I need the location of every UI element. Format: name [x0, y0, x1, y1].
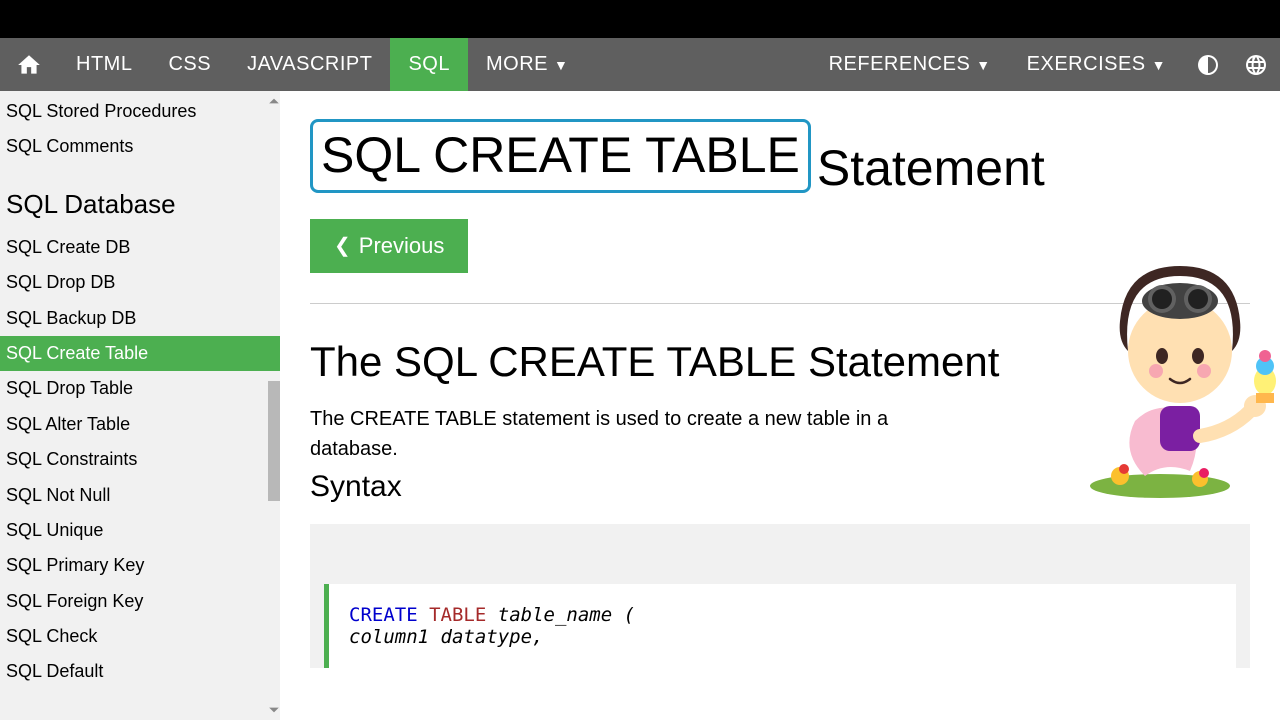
- code-text: table_name (: [498, 604, 635, 626]
- sidebar-item-comments[interactable]: SQL Comments: [0, 129, 280, 164]
- sidebar-item-drop-table[interactable]: SQL Drop Table: [0, 371, 280, 406]
- title-highlight-box: SQL CREATE TABLE: [310, 119, 811, 193]
- scroll-up-icon[interactable]: [268, 95, 280, 107]
- sidebar-item-alter-table[interactable]: SQL Alter Table: [0, 407, 280, 442]
- sidebar-item-check[interactable]: SQL Check: [0, 619, 280, 654]
- sidebar: SQL Stored Procedures SQL Comments SQL D…: [0, 91, 280, 720]
- mascot-illustration: [1050, 221, 1280, 501]
- home-button[interactable]: [0, 38, 58, 91]
- main-content: SQL CREATE TABLE Statement ❮ Previous The …: [280, 91, 1280, 720]
- sidebar-item-drop-db[interactable]: SQL Drop DB: [0, 265, 280, 300]
- window-letterbox: [0, 0, 1280, 38]
- home-icon: [16, 52, 42, 78]
- code-keyword-table: TABLE: [429, 604, 486, 626]
- previous-button[interactable]: ❮ Previous: [310, 219, 468, 273]
- caret-down-icon: ▼: [976, 57, 990, 73]
- sidebar-heading: SQL Database: [0, 165, 280, 230]
- sidebar-item-stored-procedures[interactable]: SQL Stored Procedures: [0, 94, 280, 129]
- chevron-left-icon: ❮: [334, 233, 351, 258]
- sidebar-item-create-db[interactable]: SQL Create DB: [0, 230, 280, 265]
- nav-references-label: REFERENCES: [829, 53, 971, 76]
- nav-css[interactable]: CSS: [150, 38, 229, 91]
- sidebar-item-not-null[interactable]: SQL Not Null: [0, 478, 280, 513]
- nav-exercises[interactable]: EXERCISES ▼: [1009, 38, 1184, 91]
- scroll-down-icon[interactable]: [268, 704, 280, 716]
- nav-sql[interactable]: SQL: [390, 38, 468, 91]
- sidebar-item-foreign-key[interactable]: SQL Foreign Key: [0, 584, 280, 619]
- page-title-rest: Statement: [817, 140, 1045, 196]
- code-block: CREATE TABLE table_name ( column1 dataty…: [324, 584, 1236, 668]
- previous-label: Previous: [359, 233, 445, 259]
- code-example-wrapper: CREATE TABLE table_name ( column1 dataty…: [310, 524, 1250, 668]
- caret-down-icon: ▼: [554, 57, 568, 73]
- sidebar-item-backup-db[interactable]: SQL Backup DB: [0, 301, 280, 336]
- nav-html[interactable]: HTML: [58, 38, 150, 91]
- section-description: The CREATE TABLE statement is used to cr…: [310, 404, 930, 464]
- code-keyword-create: CREATE: [349, 604, 418, 626]
- topnav: HTML CSS JAVASCRIPT SQL MORE ▼ REFERENCES…: [0, 38, 1280, 91]
- page-title-boxed: SQL CREATE TABLE: [321, 127, 800, 183]
- nav-more[interactable]: MORE ▼: [468, 38, 586, 91]
- scrollbar-thumb[interactable]: [268, 381, 280, 501]
- content-container: SQL Stored Procedures SQL Comments SQL D…: [0, 91, 1280, 720]
- nav-references[interactable]: REFERENCES ▼: [811, 38, 1009, 91]
- nav-more-label: MORE: [486, 53, 548, 76]
- theme-toggle-button[interactable]: [1184, 38, 1232, 91]
- sidebar-item-unique[interactable]: SQL Unique: [0, 513, 280, 548]
- code-text: column1 datatype,: [349, 626, 543, 648]
- globe-icon: [1244, 53, 1268, 77]
- sidebar-item-create-table[interactable]: SQL Create Table: [0, 336, 280, 371]
- contrast-icon: [1196, 53, 1220, 77]
- sidebar-item-primary-key[interactable]: SQL Primary Key: [0, 548, 280, 583]
- nav-exercises-label: EXERCISES: [1027, 53, 1146, 76]
- caret-down-icon: ▼: [1152, 57, 1166, 73]
- sidebar-item-constraints[interactable]: SQL Constraints: [0, 442, 280, 477]
- page-title-row: SQL CREATE TABLE Statement: [310, 111, 1250, 197]
- sidebar-item-default[interactable]: SQL Default: [0, 654, 280, 689]
- globe-button[interactable]: [1232, 38, 1280, 91]
- nav-javascript[interactable]: JAVASCRIPT: [229, 38, 390, 91]
